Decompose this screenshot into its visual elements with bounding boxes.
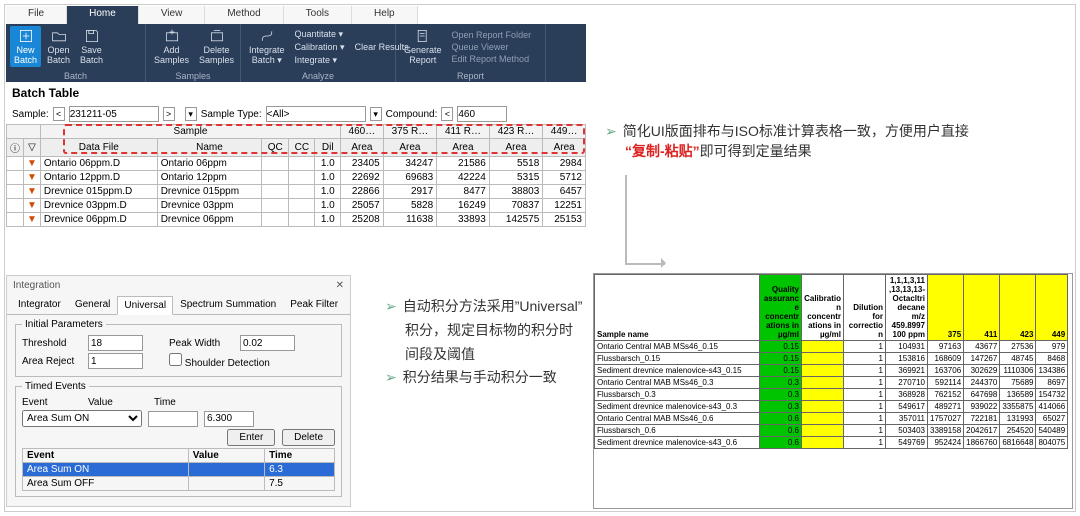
- timed-events-table[interactable]: EventValueTimeArea Sum ON6.3Area Sum OFF…: [22, 448, 335, 491]
- menu-tab-method[interactable]: Method: [205, 6, 283, 24]
- menu-tab-view[interactable]: View: [139, 6, 206, 24]
- edit-report-method[interactable]: Edit Report Method: [452, 54, 532, 64]
- result-row[interactable]: Flussbarsch_0.150.1511538161686091472674…: [595, 353, 1068, 365]
- delete-samples-button[interactable]: Delete Samples: [195, 26, 238, 67]
- integration-dialog: Integration ✕ IntegratorGeneralUniversal…: [6, 275, 351, 507]
- batch-table-title: Batch Table: [6, 82, 586, 104]
- integration-tabs: IntegratorGeneralUniversalSpectrum Summa…: [7, 295, 350, 315]
- result-spreadsheet: Sample nameQuality assurance concentrati…: [593, 273, 1073, 509]
- sample-type-dropdown[interactable]: ▾: [370, 107, 382, 121]
- delete-button[interactable]: Delete: [282, 429, 335, 446]
- sample-prev-button[interactable]: <: [53, 107, 65, 121]
- threshold-input[interactable]: [88, 335, 143, 351]
- event-value-input[interactable]: [148, 411, 198, 427]
- result-row[interactable]: Ontario Central MAB MSs46_0.30.312707105…: [595, 377, 1068, 389]
- result-row[interactable]: Sediment drevnice malenovice-s43_0.150.1…: [595, 365, 1068, 377]
- enter-button[interactable]: Enter: [227, 429, 275, 446]
- menu-tab-tools[interactable]: Tools: [284, 6, 352, 24]
- menu-tab-file[interactable]: File: [6, 6, 67, 24]
- integration-title: Integration: [13, 280, 60, 291]
- integ-tab-integrator[interactable]: Integrator: [11, 295, 68, 314]
- open-batch-button[interactable]: Open Batch: [43, 26, 74, 67]
- open-report-folder[interactable]: Open Report Folder: [452, 30, 532, 40]
- event-time-input[interactable]: [204, 411, 254, 427]
- annotation-1: ➢简化UI版面排布与ISO标准计算表格一致，方便用户直接 “复制-粘贴”即可得到…: [605, 121, 969, 161]
- event-row[interactable]: Area Sum ON6.3: [23, 463, 335, 477]
- table-row[interactable]: ▼Ontario 12ppm.DOntario 12ppm1.022692696…: [7, 171, 586, 185]
- result-row[interactable]: Ontario Central MAB MSs46_0.60.613570111…: [595, 413, 1068, 425]
- new-batch-button[interactable]: New Batch: [10, 26, 41, 67]
- quantitate-menu[interactable]: Quantitate ▾: [295, 29, 345, 40]
- add-samples-button[interactable]: Add Samples: [150, 26, 193, 67]
- sample-type-input[interactable]: [266, 106, 366, 122]
- batch-filter-bar: Sample: < > ▾ Sample Type: ▾ Compound: <: [6, 104, 586, 124]
- menu-tabstrip: FileHomeViewMethodToolsHelp: [6, 6, 586, 24]
- batch-table[interactable]: Sample460…375 R…411 R…423 R…449…ⓘ▽Data F…: [6, 124, 586, 227]
- menu-tab-help[interactable]: Help: [352, 6, 418, 24]
- table-row[interactable]: ▼Drevnice 03ppm.DDrevnice 03ppm1.0250575…: [7, 199, 586, 213]
- result-row[interactable]: Sediment drevnice malenovice-s43_0.60.61…: [595, 437, 1068, 449]
- result-row[interactable]: Sediment drevnice malenovice-s43_0.30.31…: [595, 401, 1068, 413]
- integ-tab-spectrum-summation[interactable]: Spectrum Summation: [173, 295, 283, 314]
- integ-tab-peak-filter[interactable]: Peak Filter: [283, 295, 345, 314]
- integ-tab-universal[interactable]: Universal: [117, 296, 173, 315]
- generate-report-button[interactable]: Generate Report: [400, 26, 446, 67]
- result-table[interactable]: Sample nameQuality assurance concentrati…: [594, 274, 1068, 449]
- event-select[interactable]: Area Sum ON: [22, 410, 142, 427]
- menu-tab-home[interactable]: Home: [67, 6, 139, 24]
- threshold-label: Threshold: [22, 338, 82, 349]
- compound-prev-button[interactable]: <: [441, 107, 453, 121]
- compound-label: Compound:: [386, 109, 438, 120]
- compound-input[interactable]: [457, 106, 507, 122]
- area-reject-label: Area Reject: [22, 356, 82, 367]
- table-row[interactable]: ▼Drevnice 015ppm.DDrevnice 015ppm1.02286…: [7, 185, 586, 199]
- integ-tab-general[interactable]: General: [68, 295, 118, 314]
- ribbon: New Batch Open Batch Save Batch Batch Ad…: [6, 24, 586, 82]
- shoulder-detection-checkbox[interactable]: [169, 353, 182, 366]
- sample-dropdown[interactable]: ▾: [185, 107, 197, 121]
- peak-width-label: Peak Width: [169, 338, 234, 349]
- annotation-2: ➢自动积分方法采用”Universal” 积分，规定目标物的积分时 间段及阈值 …: [385, 295, 582, 390]
- sample-label: Sample:: [12, 109, 49, 120]
- event-row[interactable]: Area Sum OFF7.5: [23, 477, 335, 491]
- result-row[interactable]: Flussbarsch_0.30.31368928762152647698136…: [595, 389, 1068, 401]
- table-row[interactable]: ▼Drevnice 06ppm.DDrevnice 06ppm1.0252081…: [7, 213, 586, 227]
- save-batch-button[interactable]: Save Batch: [76, 26, 107, 67]
- initial-parameters-group: Initial Parameters Threshold Peak Width …: [15, 319, 342, 377]
- result-row[interactable]: Flussbarsch_0.60.61503403338915820426172…: [595, 425, 1068, 437]
- result-row[interactable]: Ontario Central MAB MSs46_0.150.15110493…: [595, 341, 1068, 353]
- integrate-batch-button[interactable]: Integrate Batch ▾: [245, 26, 289, 68]
- calibration-menu[interactable]: Calibration ▾: [295, 42, 345, 53]
- peak-width-input[interactable]: [240, 335, 295, 351]
- sample-type-label: Sample Type:: [201, 109, 262, 120]
- queue-viewer[interactable]: Queue Viewer: [452, 42, 532, 52]
- arrow-elbow: [625, 175, 665, 265]
- timed-events-group: Timed Events Event Value Time Area Sum O…: [15, 381, 342, 497]
- sample-next-button[interactable]: >: [163, 107, 175, 121]
- integrate-menu[interactable]: Integrate ▾: [295, 55, 345, 66]
- sample-input[interactable]: [69, 106, 159, 122]
- area-reject-input[interactable]: [88, 353, 143, 369]
- masshunter-window: FileHomeViewMethodToolsHelp New Batch Op…: [6, 6, 586, 227]
- close-icon[interactable]: ✕: [336, 280, 344, 291]
- table-row[interactable]: ▼Ontario 06ppm.DOntario 06ppm1.023405342…: [7, 157, 586, 171]
